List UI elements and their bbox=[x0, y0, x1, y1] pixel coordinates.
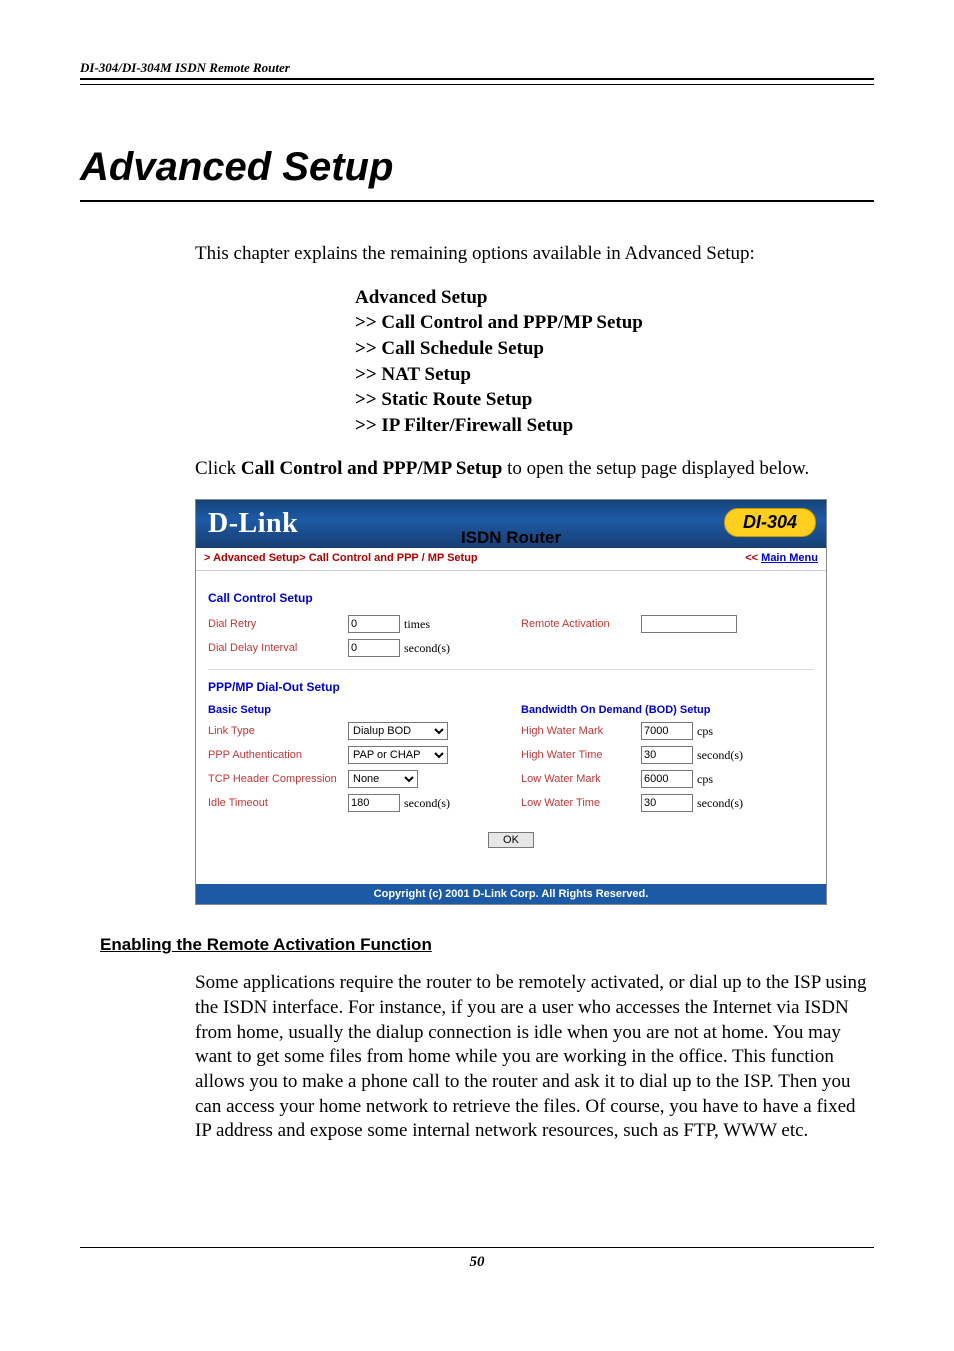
tcp-comp-row: TCP Header Compression None bbox=[208, 768, 501, 790]
body-text-block: This chapter explains the remaining opti… bbox=[195, 242, 874, 481]
dial-delay-unit: second(s) bbox=[404, 641, 450, 656]
ppp-auth-row: PPP Authentication PAP or CHAP bbox=[208, 744, 501, 766]
lwt-label: Low Water Time bbox=[521, 797, 641, 809]
header-rule bbox=[80, 84, 874, 85]
hwm-row: High Water Mark cps bbox=[521, 720, 814, 742]
link-type-row: Link Type Dialup BOD bbox=[208, 720, 501, 742]
ppp-grid: Basic Setup Link Type Dialup BOD PPP Aut… bbox=[208, 700, 814, 816]
running-header: DI-304/DI-304M ISDN Remote Router bbox=[80, 60, 874, 80]
ppp-auth-select[interactable]: PAP or CHAP bbox=[348, 746, 448, 764]
call-control-heading: Call Control Setup bbox=[208, 591, 814, 605]
dial-retry-label: Dial Retry bbox=[208, 618, 348, 630]
tcp-comp-label: TCP Header Compression bbox=[208, 773, 348, 785]
setup-list-heading: Advanced Setup bbox=[355, 285, 874, 311]
bod-heading: Bandwidth On Demand (BOD) Setup bbox=[521, 704, 814, 716]
dial-retry-input[interactable] bbox=[348, 615, 400, 633]
remote-activation-row: Remote Activation bbox=[521, 613, 814, 635]
text: Click bbox=[195, 458, 241, 479]
click-instruction: Click Call Control and PPP/MP Setup to o… bbox=[195, 457, 874, 482]
dial-delay-input[interactable] bbox=[348, 639, 400, 657]
hwt-label: High Water Time bbox=[521, 749, 641, 761]
lwm-unit: cps bbox=[697, 772, 713, 787]
setup-list-item: >> Call Control and PPP/MP Setup bbox=[355, 310, 874, 336]
lwm-input[interactable] bbox=[641, 770, 693, 788]
ppp-auth-label: PPP Authentication bbox=[208, 749, 348, 761]
lwt-row: Low Water Time second(s) bbox=[521, 792, 814, 814]
main-menu-link[interactable]: Main Menu bbox=[761, 552, 818, 564]
hwt-input[interactable] bbox=[641, 746, 693, 764]
router-title: ISDN Router bbox=[196, 528, 826, 548]
basic-setup-heading: Basic Setup bbox=[208, 704, 501, 716]
hwm-label: High Water Mark bbox=[521, 725, 641, 737]
link-type-select[interactable]: Dialup BOD bbox=[348, 722, 448, 740]
router-copyright: Copyright (c) 2001 D-Link Corp. All Righ… bbox=[196, 884, 826, 904]
idle-timeout-label: Idle Timeout bbox=[208, 797, 348, 809]
lwt-unit: second(s) bbox=[697, 796, 743, 811]
idle-timeout-input[interactable] bbox=[348, 794, 400, 812]
body-paragraph: Some applications require the router to … bbox=[195, 971, 874, 1144]
tcp-comp-select[interactable]: None bbox=[348, 770, 418, 788]
hwm-unit: cps bbox=[697, 724, 713, 739]
breadcrumb: > Advanced Setup> Call Control and PPP /… bbox=[204, 552, 478, 564]
main-menu-chevrons: << bbox=[745, 552, 761, 564]
dial-retry-row: Dial Retry times bbox=[208, 613, 501, 635]
remote-activation-input[interactable] bbox=[641, 615, 737, 633]
setup-list-item: >> Call Schedule Setup bbox=[355, 336, 874, 362]
page-number: 50 bbox=[80, 1254, 874, 1271]
remote-activation-label: Remote Activation bbox=[521, 618, 641, 630]
dial-retry-unit: times bbox=[404, 617, 430, 632]
dial-delay-label: Dial Delay Interval bbox=[208, 642, 348, 654]
lwt-input[interactable] bbox=[641, 794, 693, 812]
router-ui-screenshot: D-Link DI-304 ISDN Router > Advanced Set… bbox=[195, 499, 827, 905]
setup-list-item: >> IP Filter/Firewall Setup bbox=[355, 413, 874, 439]
breadcrumb-bar: > Advanced Setup> Call Control and PPP /… bbox=[196, 548, 826, 571]
ok-row: OK bbox=[208, 816, 814, 876]
lwm-row: Low Water Mark cps bbox=[521, 768, 814, 790]
idle-timeout-unit: second(s) bbox=[404, 796, 450, 811]
call-control-grid: Dial Retry times Dial Delay Interval sec… bbox=[208, 611, 814, 661]
text-bold: Call Control and PPP/MP Setup bbox=[241, 458, 502, 479]
intro-paragraph: This chapter explains the remaining opti… bbox=[195, 242, 874, 267]
footer-rule bbox=[80, 1247, 874, 1248]
divider bbox=[208, 669, 814, 670]
setup-list-item: >> NAT Setup bbox=[355, 362, 874, 388]
setup-list-item: >> Static Route Setup bbox=[355, 387, 874, 413]
main-menu-link-wrap: << Main Menu bbox=[745, 552, 818, 564]
chapter-rule bbox=[80, 200, 874, 202]
chapter-title: Advanced Setup bbox=[80, 145, 874, 190]
subsection-heading: Enabling the Remote Activation Function bbox=[100, 935, 874, 955]
link-type-label: Link Type bbox=[208, 725, 348, 737]
router-body: Call Control Setup Dial Retry times Dial… bbox=[196, 571, 826, 884]
document-page: DI-304/DI-304M ISDN Remote Router Advanc… bbox=[0, 0, 954, 1351]
ok-button[interactable]: OK bbox=[488, 832, 534, 848]
lwm-label: Low Water Mark bbox=[521, 773, 641, 785]
ppp-mp-heading: PPP/MP Dial-Out Setup bbox=[208, 680, 814, 694]
hwt-row: High Water Time second(s) bbox=[521, 744, 814, 766]
dial-delay-row: Dial Delay Interval second(s) bbox=[208, 637, 501, 659]
body-text-block-2: Some applications require the router to … bbox=[195, 971, 874, 1144]
page-footer: 50 bbox=[80, 1247, 874, 1271]
text: to open the setup page displayed below. bbox=[502, 458, 809, 479]
idle-timeout-row: Idle Timeout second(s) bbox=[208, 792, 501, 814]
hwt-unit: second(s) bbox=[697, 748, 743, 763]
setup-list: Advanced Setup >> Call Control and PPP/M… bbox=[355, 285, 874, 439]
hwm-input[interactable] bbox=[641, 722, 693, 740]
